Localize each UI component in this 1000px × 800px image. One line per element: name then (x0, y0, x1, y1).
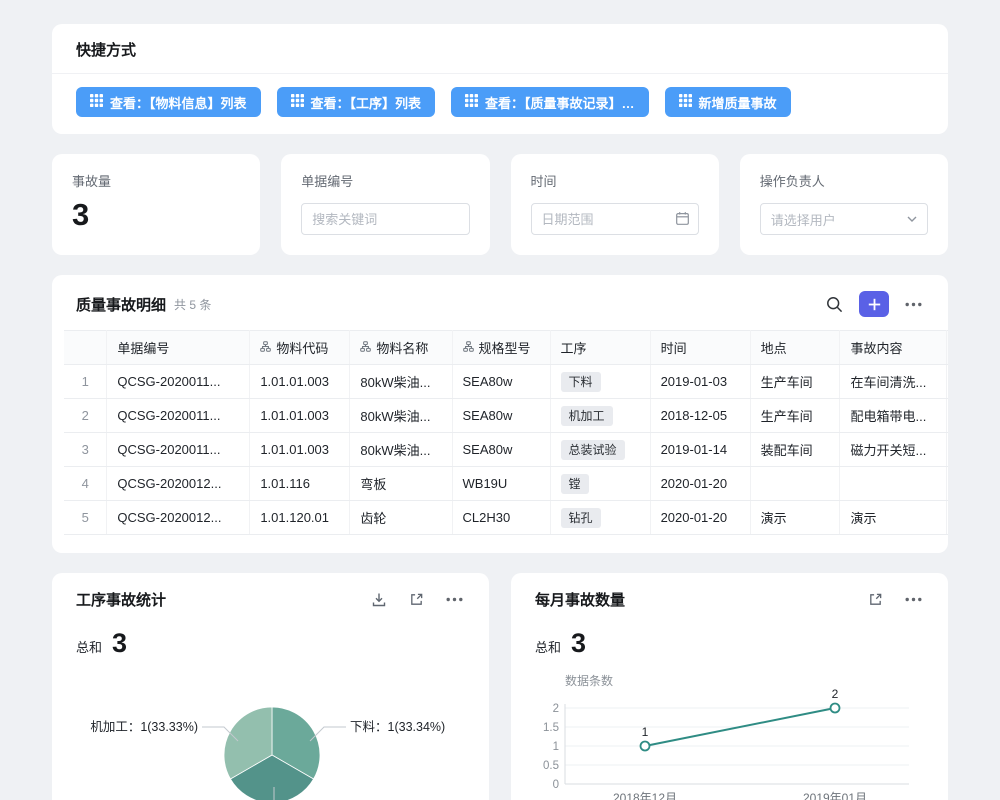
date-range-input[interactable] (531, 203, 699, 235)
process-tag: 机加工 (561, 406, 613, 426)
column-header-content[interactable]: 事故内容 (840, 331, 946, 365)
quality-accident-table: 单据编号 物料代码 物料名称 规格型号 工序 时间 地点 事故内容 操 1 QC (64, 330, 948, 535)
accident-count-card: 事故量 3 (52, 154, 260, 255)
table-count: 共 5 条 (174, 296, 211, 313)
shortcut-view-quality-records-button[interactable]: 查看：【质量事故记录】… (451, 87, 649, 117)
process-tag: 总装试验 (561, 440, 625, 460)
download-icon[interactable] (369, 590, 389, 610)
column-header-operator[interactable]: 操 (946, 331, 948, 365)
quality-accident-table-card: 质量事故明细 共 5 条 单据编 (52, 275, 948, 553)
accident-count-label: 事故量 (72, 171, 240, 190)
shortcut-label: 查看：【物料信息】列表 (110, 93, 247, 112)
shortcut-label: 查看：【工序】列表 (311, 93, 422, 112)
doc-no-search-input[interactable] (301, 203, 469, 235)
shortcuts-title: 快捷方式 (52, 24, 948, 73)
table-row[interactable]: 1 QCSG-2020011... 1.01.01.003 80kW柴油... … (64, 365, 948, 399)
svg-text:机加工：1(33.33%): 机加工：1(33.33%) (90, 720, 198, 734)
svg-text:1.5: 1.5 (543, 722, 559, 734)
column-header-row-number (64, 331, 107, 365)
shortcut-button-row: 查看：【物料信息】列表 查看：【工序】列表 查看：【质量事故记录】… 新增质量事… (52, 73, 948, 134)
svg-text:0: 0 (553, 779, 559, 791)
monthly-count-card: 每月事故数量 总和 3 0 0.5 1 1.5 2 数据条数 1 2018年12月 2 2019年… (511, 573, 948, 800)
shortcuts-card: 快捷方式 查看：【物料信息】列表 查看：【工序】列表 查看：【质量事故记录】… … (52, 24, 948, 134)
table-row[interactable]: 3 QCSG-2020011... 1.01.01.003 80kW柴油... … (64, 433, 948, 467)
svg-text:1: 1 (553, 741, 559, 753)
table-scroll-area[interactable]: 单据编号 物料代码 物料名称 规格型号 工序 时间 地点 事故内容 操 1 QC (52, 330, 948, 535)
more-icon[interactable] (444, 595, 465, 604)
operator-filter-label: 操作负责人 (760, 171, 928, 190)
table-row[interactable]: 2 QCSG-2020011... 1.01.01.003 80kW柴油... … (64, 399, 948, 433)
shortcut-view-material-list-button[interactable]: 查看：【物料信息】列表 (76, 87, 261, 117)
monthly-line-chart: 00.511.52数据条数12018年12月22019年01月时间(月) (535, 669, 923, 800)
calendar-icon (675, 211, 690, 226)
column-header-time[interactable]: 时间 (650, 331, 750, 365)
expand-icon[interactable] (407, 590, 426, 609)
process-pie-chart: 下料：1(33.34%)总装试验：1(33.33%)机加工：1(33.33%) (52, 669, 489, 800)
charts-row: 工序事故统计 总和 3 下料：1(33.34%)总装试验：1(33.33%)机加… (52, 573, 948, 800)
relation-icon (260, 340, 271, 355)
expand-icon[interactable] (866, 590, 885, 609)
dashboard-page: 快捷方式 查看：【物料信息】列表 查看：【工序】列表 查看：【质量事故记录】… … (0, 0, 1000, 800)
time-filter-card: 时间 (511, 154, 719, 255)
process-tag: 镗 (561, 474, 589, 494)
time-filter-label: 时间 (531, 171, 699, 190)
search-icon[interactable] (824, 294, 845, 315)
process-stats-card: 工序事故统计 总和 3 下料：1(33.34%)总装试验：1(33.33%)机加… (52, 573, 489, 800)
svg-text:数据条数: 数据条数 (565, 673, 613, 688)
operator-filter-card: 操作负责人 请选择用户 (740, 154, 948, 255)
column-header-spec[interactable]: 规格型号 (452, 331, 550, 365)
svg-text:2: 2 (553, 703, 559, 715)
column-header-doc-no[interactable]: 单据编号 (107, 331, 250, 365)
line-total-label: 总和 (535, 637, 561, 656)
doc-no-filter-label: 单据编号 (301, 171, 469, 190)
process-tag: 钻孔 (561, 508, 601, 528)
table-title: 质量事故明细 (76, 294, 166, 315)
table-header-row: 单据编号 物料代码 物料名称 规格型号 工序 时间 地点 事故内容 操 (64, 331, 948, 365)
process-tag: 下料 (561, 372, 601, 392)
column-header-process[interactable]: 工序 (550, 331, 650, 365)
operator-select-placeholder: 请选择用户 (771, 210, 836, 229)
shortcut-view-process-list-button[interactable]: 查看：【工序】列表 (277, 87, 436, 117)
shortcut-add-quality-accident-button[interactable]: 新增质量事故 (665, 87, 791, 117)
grid-icon (465, 94, 478, 110)
table-row[interactable]: 5 QCSG-2020012... 1.01.120.01 齿轮 CL2H30 … (64, 501, 948, 535)
accident-count-value: 3 (72, 197, 240, 233)
column-header-place[interactable]: 地点 (750, 331, 840, 365)
shortcut-label: 新增质量事故 (699, 93, 777, 112)
grid-icon (291, 94, 304, 110)
svg-text:0.5: 0.5 (543, 760, 559, 772)
column-header-material-code[interactable]: 物料代码 (250, 331, 350, 365)
more-icon[interactable] (903, 300, 924, 309)
doc-no-filter-card: 单据编号 (281, 154, 489, 255)
relation-icon (463, 340, 474, 355)
operator-select[interactable]: 请选择用户 (760, 203, 928, 235)
svg-text:2018年12月: 2018年12月 (613, 791, 677, 800)
svg-text:2: 2 (832, 687, 839, 701)
pie-total-value: 3 (112, 628, 127, 659)
chevron-down-icon (907, 216, 917, 222)
table-row[interactable]: 4 QCSG-2020012... 1.01.116 弯板 WB19U 镗 20… (64, 467, 948, 501)
filter-row: 事故量 3 单据编号 时间 操作负责人 请选择用户 (52, 154, 948, 255)
grid-icon (90, 94, 103, 110)
svg-text:2019年01月: 2019年01月 (803, 791, 867, 800)
add-record-button[interactable] (859, 291, 889, 317)
pie-chart-title: 工序事故统计 (76, 589, 351, 610)
grid-icon (679, 94, 692, 110)
line-total-value: 3 (571, 628, 586, 659)
svg-text:1: 1 (642, 725, 649, 739)
more-icon[interactable] (903, 595, 924, 604)
shortcut-label: 查看：【质量事故记录】… (485, 93, 635, 112)
relation-icon (360, 340, 371, 355)
svg-text:下料：1(33.34%): 下料：1(33.34%) (350, 720, 445, 734)
pie-total-label: 总和 (76, 637, 102, 656)
column-header-material-name[interactable]: 物料名称 (350, 331, 452, 365)
line-chart-title: 每月事故数量 (535, 589, 848, 610)
